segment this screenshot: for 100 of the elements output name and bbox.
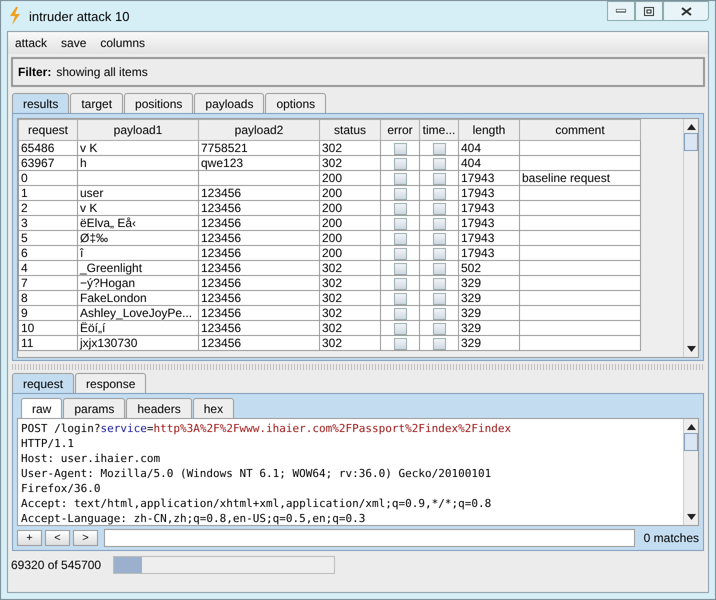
table-cell: 302: [322, 156, 342, 170]
table-cell: 123456: [201, 261, 242, 275]
table-cell: 302: [322, 141, 342, 155]
table-cell: 329: [461, 321, 482, 335]
search-nav-button[interactable]: >: [73, 530, 98, 546]
search-field[interactable]: [104, 529, 635, 547]
tab[interactable]: options: [265, 93, 326, 113]
table-cell: 200: [322, 216, 342, 230]
checkbox[interactable]: [432, 308, 446, 320]
menu-item[interactable]: attack: [15, 36, 48, 50]
minimize-button[interactable]: [607, 1, 635, 21]
checkbox[interactable]: [432, 202, 446, 215]
scroll-thumb[interactable]: [684, 133, 698, 151]
tab[interactable]: response: [75, 373, 146, 393]
table-cell: 1: [21, 186, 28, 200]
tab[interactable]: positions: [124, 93, 194, 113]
column-header[interactable]: payload1: [78, 120, 198, 140]
checkbox[interactable]: [432, 338, 446, 350]
table-cell: 2: [21, 201, 28, 215]
column-header[interactable]: comment: [520, 120, 640, 140]
table-cell: 329: [461, 276, 482, 290]
filter-label: Filter:: [18, 65, 52, 79]
checkbox[interactable]: [394, 188, 406, 200]
checkbox[interactable]: [394, 248, 406, 260]
checkbox[interactable]: [394, 202, 406, 215]
checkbox[interactable]: [394, 158, 406, 170]
table-cell: 17943: [461, 171, 494, 185]
scrollbar[interactable]: [683, 119, 698, 357]
checkbox[interactable]: [432, 218, 446, 230]
menu-item[interactable]: columns: [100, 36, 146, 50]
tab[interactable]: hex: [192, 398, 234, 418]
table-cell: 302: [322, 276, 342, 290]
table-cell: 10: [21, 321, 34, 335]
tab[interactable]: payloads: [194, 93, 264, 113]
table-cell: 502: [461, 261, 482, 275]
column-header[interactable]: time...: [420, 120, 458, 140]
checkbox[interactable]: [394, 308, 406, 320]
request-line: Firefox/36.0: [21, 481, 102, 496]
table-cell: 123456: [201, 336, 242, 350]
checkbox[interactable]: [394, 278, 406, 290]
table-cell: 200: [322, 246, 342, 260]
checkbox[interactable]: [432, 142, 446, 155]
checkbox[interactable]: [394, 262, 406, 275]
checkbox[interactable]: [432, 262, 446, 275]
match-count: 0 matches: [642, 531, 699, 545]
column-header[interactable]: status: [320, 120, 380, 140]
menu-item[interactable]: save: [61, 36, 86, 50]
request-line: Accept: text/html,application/xhtml+xml,application/xml;q=0.9,*/*;q=0.8: [21, 496, 492, 511]
table-cell: 0: [21, 171, 28, 185]
scroll-up-icon: [686, 424, 696, 430]
close-button[interactable]: [663, 1, 709, 21]
table-cell: 302: [322, 291, 342, 305]
checkbox[interactable]: [394, 338, 406, 350]
table-cell: 11: [21, 336, 34, 350]
checkbox[interactable]: [394, 218, 406, 230]
maximize-button[interactable]: [635, 1, 663, 21]
table-cell: 404: [461, 141, 482, 155]
table-cell: 123456: [201, 321, 242, 335]
column-header[interactable]: error: [380, 120, 420, 140]
progress-text: 69320 of 545700: [11, 558, 102, 572]
table-cell: 302: [322, 321, 342, 335]
checkbox[interactable]: [394, 322, 406, 335]
search-nav-button[interactable]: <: [45, 530, 70, 546]
table-cell: 329: [461, 291, 482, 305]
checkbox[interactable]: [432, 188, 446, 200]
table-cell: qwe123: [201, 156, 244, 170]
tab[interactable]: target: [70, 93, 124, 113]
checkbox[interactable]: [394, 232, 406, 245]
table-cell: v K: [80, 141, 98, 155]
table-cell: 17943: [461, 201, 494, 215]
checkbox[interactable]: [432, 278, 446, 290]
checkbox[interactable]: [432, 158, 446, 170]
tab[interactable]: headers: [126, 398, 192, 418]
column-header[interactable]: request: [18, 120, 78, 140]
request-line: POST /login?service=http%3A%2F%2Fwww.ihaier.com%2FPassport%2Findex%2Findex: [21, 421, 512, 436]
scrollbar[interactable]: [683, 419, 698, 525]
window-title: intruder attack 10: [29, 8, 130, 24]
checkbox[interactable]: [432, 232, 446, 245]
splitter-handle[interactable]: [12, 364, 704, 370]
scroll-down-icon: [686, 514, 696, 520]
search-nav-button[interactable]: +: [17, 530, 42, 546]
scroll-thumb[interactable]: [684, 433, 698, 451]
checkbox[interactable]: [432, 322, 446, 335]
tab[interactable]: raw: [21, 398, 62, 418]
column-header[interactable]: length: [458, 120, 520, 140]
column-header[interactable]: payload2: [198, 120, 320, 140]
table-cell: î: [80, 246, 84, 260]
checkbox[interactable]: [432, 292, 446, 305]
tab[interactable]: request: [12, 373, 74, 393]
checkbox[interactable]: [432, 172, 446, 185]
tab[interactable]: results: [12, 93, 70, 113]
scroll-up-icon: [686, 124, 696, 130]
tab[interactable]: params: [63, 398, 126, 418]
filter-bar[interactable]: Filter: showing all items: [11, 57, 705, 87]
close-icon: [680, 6, 692, 16]
table-cell: 17943: [461, 186, 494, 200]
checkbox[interactable]: [432, 248, 446, 260]
checkbox[interactable]: [394, 142, 406, 155]
checkbox[interactable]: [394, 172, 406, 185]
checkbox[interactable]: [394, 292, 406, 305]
